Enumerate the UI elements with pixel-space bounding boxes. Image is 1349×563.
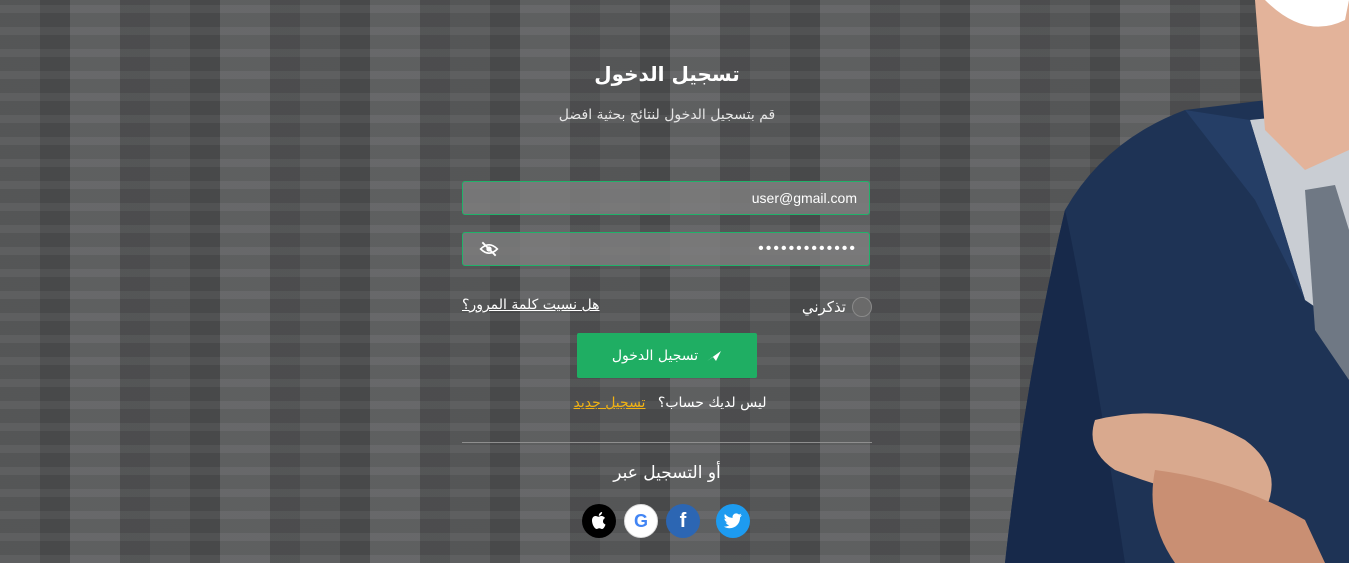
forgot-password-link[interactable]: هل نسيت كلمة المرور؟ [462, 297, 600, 313]
no-account-text: ليس لديك حساب؟ [657, 395, 767, 411]
password-field-wrapper [462, 232, 870, 266]
google-login-button[interactable]: G [624, 504, 658, 538]
signup-link[interactable]: تسجيل جديد [574, 395, 646, 411]
apple-login-button[interactable] [582, 504, 616, 538]
login-panel: تسجيل الدخول قم بتسجيل الدخول لنتائج بحث… [0, 0, 1349, 563]
page-title: تسجيل الدخول [594, 62, 740, 86]
paper-plane-icon [707, 350, 722, 361]
facebook-login-button[interactable]: f [666, 504, 700, 538]
eye-slash-icon[interactable] [479, 240, 499, 258]
facebook-icon: f [679, 509, 687, 532]
twitter-icon [723, 513, 742, 529]
apple-icon [592, 512, 606, 529]
google-icon: G [634, 510, 649, 531]
remember-me-checkbox[interactable]: تذكرني [798, 296, 872, 318]
email-input[interactable] [463, 182, 869, 214]
password-input[interactable] [463, 233, 869, 265]
remember-me-label: تذكرني [801, 298, 846, 316]
remember-me-radio[interactable] [852, 297, 872, 317]
signup-prompt: ليس لديك حساب؟ تسجيل جديد [0, 395, 1340, 411]
twitter-login-button[interactable] [716, 504, 750, 538]
login-button[interactable]: تسجيل الدخول [577, 333, 757, 378]
divider [462, 442, 872, 443]
or-signup-label: أو التسجيل عبر [613, 463, 721, 483]
page-subtitle: قم بتسجيل الدخول لنتائج بحثية افضل [558, 107, 776, 123]
email-field-wrapper [462, 181, 870, 215]
login-button-label: تسجيل الدخول [611, 347, 699, 364]
